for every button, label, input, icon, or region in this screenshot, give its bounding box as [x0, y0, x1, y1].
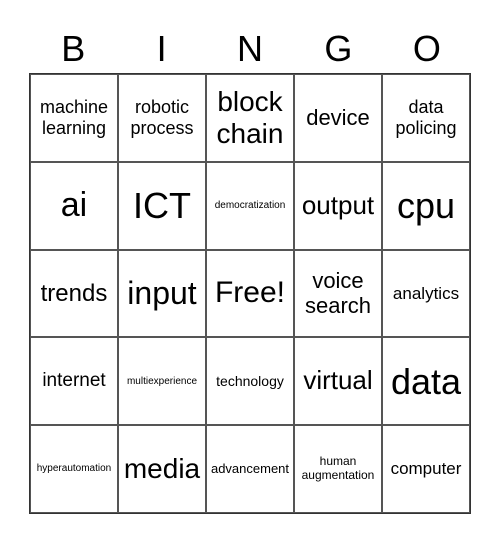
bingo-cell[interactable]: analytics: [382, 249, 470, 338]
bingo-cell[interactable]: hyperautomation: [30, 425, 118, 513]
bingo-cell[interactable]: robotic process: [118, 74, 206, 162]
bingo-cell[interactable]: device: [294, 74, 382, 162]
bingo-cell[interactable]: voice search: [294, 249, 382, 338]
bingo-cell[interactable]: machine learning: [30, 74, 118, 162]
header-letter: B: [61, 28, 86, 69]
bingo-cell[interactable]: advancement: [206, 425, 294, 513]
bingo-cell[interactable]: multiexperience: [118, 337, 206, 426]
bingo-grid: machine learning robotic process block c…: [29, 73, 471, 514]
bingo-cell[interactable]: output: [294, 161, 382, 250]
bingo-cell[interactable]: data: [382, 337, 470, 426]
bingo-cell[interactable]: data policing: [382, 74, 470, 162]
bingo-cell[interactable]: internet: [30, 337, 118, 426]
bingo-header: B I N G O: [29, 26, 471, 72]
bingo-cell[interactable]: virtual: [294, 337, 382, 426]
bingo-cell[interactable]: democratization: [206, 161, 294, 250]
bingo-cell[interactable]: block chain: [206, 74, 294, 162]
header-letter: I: [156, 28, 167, 69]
bingo-cell[interactable]: computer: [382, 425, 470, 513]
bingo-cell[interactable]: ICT: [118, 161, 206, 250]
header-letter: N: [237, 28, 264, 69]
bingo-cell[interactable]: cpu: [382, 161, 470, 250]
bingo-cell[interactable]: human augmentation: [294, 425, 382, 513]
bingo-cell[interactable]: input: [118, 249, 206, 338]
header-letter: O: [412, 28, 441, 69]
free-space-cell[interactable]: Free!: [206, 249, 294, 338]
bingo-cell[interactable]: technology: [206, 337, 294, 426]
bingo-cell[interactable]: trends: [30, 249, 118, 338]
bingo-cell[interactable]: media: [118, 425, 206, 513]
bingo-cell[interactable]: ai: [30, 161, 118, 250]
header-letter: G: [324, 28, 353, 69]
